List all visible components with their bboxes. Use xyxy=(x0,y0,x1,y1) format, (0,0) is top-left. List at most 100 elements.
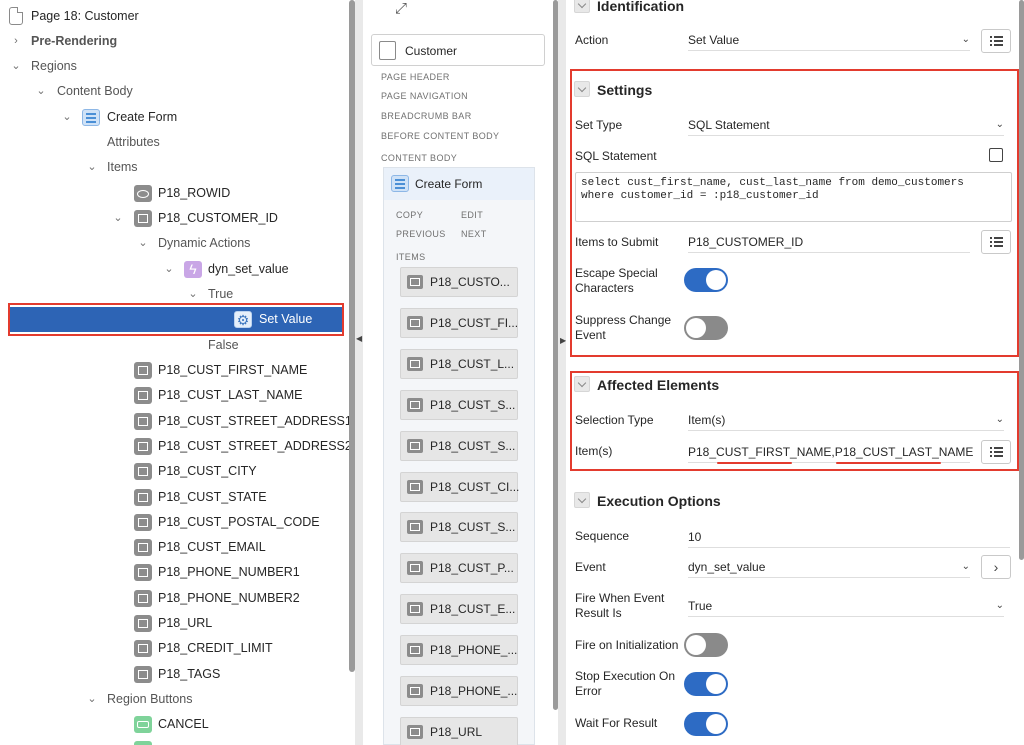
slot-next[interactable]: NEXT xyxy=(461,229,487,239)
tree-node-create-form[interactable]: ⌄ Create Form xyxy=(0,105,350,130)
items-to-submit-field[interactable]: P18_CUSTOMER_ID xyxy=(688,231,970,253)
layout-item-card[interactable]: P18_URL xyxy=(400,716,518,745)
chevron-down-icon[interactable]: ⌄ xyxy=(34,79,48,104)
suppress-change-event-toggle[interactable] xyxy=(684,316,728,340)
splitter-left[interactable]: ◀ xyxy=(355,0,363,745)
set-type-select[interactable]: SQL Statement ⌄ xyxy=(688,114,1004,136)
stop-execution-on-error-toggle[interactable] xyxy=(684,672,728,696)
properties-scrollbar[interactable] xyxy=(1019,0,1024,560)
layout-item-card[interactable]: P18_CUST_CI... xyxy=(400,471,519,502)
sequence-field[interactable]: 10 xyxy=(688,526,1010,548)
code-editor-icon[interactable] xyxy=(989,148,1003,162)
chevron-down-icon: ⌄ xyxy=(995,600,1004,611)
layout-section-content-body[interactable]: CONTENT BODY xyxy=(381,153,457,163)
tree-node-item[interactable]: P18_CUST_POSTAL_CODE xyxy=(0,510,350,535)
tree-node-next-button[interactable] xyxy=(0,737,350,745)
tree-node-item[interactable]: P18_CUST_LAST_NAME xyxy=(0,383,350,408)
tree-node-item[interactable]: P18_TAGS xyxy=(0,662,350,687)
layout-section-breadcrumb-bar[interactable]: BREADCRUMB BAR xyxy=(381,111,472,121)
layout-item-card[interactable]: P18_CUST_L... xyxy=(400,348,518,379)
chevron-down-icon[interactable] xyxy=(574,376,590,392)
sql-statement-textarea[interactable]: select cust_first_name, cust_last_name f… xyxy=(575,172,1012,222)
chevron-down-icon[interactable]: ⌄ xyxy=(85,155,99,180)
selection-type-select[interactable]: Item(s) ⌄ xyxy=(688,409,1004,431)
layout-section-page-header[interactable]: PAGE HEADER xyxy=(381,72,450,82)
slot-copy[interactable]: COPY xyxy=(396,210,423,220)
expand-icon[interactable]: ⤢ xyxy=(395,0,407,17)
tree-node-set-value-selected[interactable]: Set Value xyxy=(9,307,342,333)
items-to-submit-list-button[interactable] xyxy=(981,230,1011,254)
chevron-down-icon[interactable]: ⌄ xyxy=(111,206,125,231)
chevron-down-icon[interactable]: ⌄ xyxy=(85,687,99,712)
tree-node-item[interactable]: P18_PHONE_NUMBER1 xyxy=(0,560,350,585)
tree-node-regions[interactable]: ⌄ Regions xyxy=(0,54,350,79)
fire-on-initialization-toggle[interactable] xyxy=(684,633,728,657)
tree-node-region-buttons[interactable]: ⌄ Region Buttons xyxy=(0,687,350,712)
page-region-customer[interactable]: Customer xyxy=(371,34,545,66)
action-select[interactable]: Set Value ⌄ xyxy=(688,29,970,51)
tree-node-item[interactable]: P18_CUST_STREET_ADDRESS1 xyxy=(0,409,350,434)
chevron-down-icon[interactable]: ⌄ xyxy=(162,257,176,282)
item-icon xyxy=(407,397,423,412)
tree-node-page[interactable]: Page 18: Customer xyxy=(0,4,350,29)
escape-special-characters-toggle[interactable] xyxy=(684,268,728,292)
item-icon xyxy=(134,412,152,430)
tree-node-item[interactable]: P18_URL xyxy=(0,611,350,636)
layout-create-form-header[interactable]: Create Form xyxy=(384,168,534,200)
fire-when-result-select[interactable]: True ⌄ xyxy=(688,595,1004,617)
tree-node-items[interactable]: ⌄ Items xyxy=(0,155,350,180)
wait-for-result-toggle[interactable] xyxy=(684,712,728,736)
event-go-button[interactable]: › xyxy=(981,555,1011,579)
tree-node-item[interactable]: P18_PHONE_NUMBER2 xyxy=(0,586,350,611)
slot-edit[interactable]: EDIT xyxy=(461,210,483,220)
item-icon xyxy=(407,520,423,535)
layout-item-card[interactable]: P18_CUST_E... xyxy=(400,594,518,625)
layout-item-card[interactable]: P18_CUST_S... xyxy=(400,430,518,461)
tree-node-item[interactable]: P18_CUST_STREET_ADDRESS2 xyxy=(0,434,350,459)
layout-item-card[interactable]: P18_PHONE_... xyxy=(400,676,518,706)
layout-section-before-content-body[interactable]: BEFORE CONTENT BODY xyxy=(381,131,499,141)
layout-item-card[interactable]: P18_CUST_FI... xyxy=(400,307,518,338)
layout-create-form-region[interactable]: Create Form COPY EDIT PREVIOUS NEXT ITEM… xyxy=(383,167,535,745)
event-select[interactable]: dyn_set_value ⌄ xyxy=(688,556,970,578)
tree-node-item[interactable]: P18_CUST_EMAIL xyxy=(0,535,350,560)
item-icon xyxy=(134,589,152,607)
action-list-button[interactable] xyxy=(981,29,1011,53)
chevron-down-icon[interactable]: ⌄ xyxy=(186,282,200,307)
tree-node-item[interactable]: P18_CREDIT_LIMIT xyxy=(0,636,350,661)
tree-node-p18-customer-id[interactable]: ⌄ P18_CUSTOMER_ID xyxy=(0,206,350,231)
tree-node-true[interactable]: ⌄ True xyxy=(0,282,350,307)
tree-node-cancel[interactable]: CANCEL xyxy=(0,712,350,737)
tree-node-dyn-set-value[interactable]: ⌄ dyn_set_value xyxy=(0,257,350,282)
affected-items-field[interactable]: P18_CUST_FIRST_NAME,P18_CUST_LAST_NAME xyxy=(688,441,973,463)
tree-node-dynamic-actions[interactable]: ⌄ Dynamic Actions xyxy=(0,231,350,256)
annotation-underline-last xyxy=(836,462,941,464)
slot-previous[interactable]: PREVIOUS xyxy=(396,229,446,239)
tree-node-attributes[interactable]: Attributes xyxy=(0,130,350,155)
item-icon xyxy=(407,315,423,330)
tree-node-item[interactable]: P18_CUST_CITY xyxy=(0,459,350,484)
chevron-down-icon[interactable] xyxy=(574,492,590,508)
tree-node-item[interactable]: P18_CUST_FIRST_NAME xyxy=(0,358,350,383)
layout-section-page-navigation[interactable]: PAGE NAVIGATION xyxy=(381,91,468,101)
layout-item-card[interactable]: P18_CUST_S... xyxy=(400,512,518,543)
layout-item-card[interactable]: P18_CUSTO... xyxy=(400,267,518,297)
tree-node-false[interactable]: False xyxy=(0,333,350,358)
tree-node-p18-rowid[interactable]: P18_ROWID xyxy=(0,181,350,206)
chevron-down-icon[interactable]: ⌄ xyxy=(9,54,23,79)
splitter-right[interactable]: ▶ xyxy=(558,0,566,745)
collapse-left-icon[interactable]: ◀ xyxy=(356,334,362,343)
layout-item-card[interactable]: P18_PHONE_... xyxy=(400,635,518,666)
chevron-down-icon[interactable]: ⌄ xyxy=(136,231,150,256)
tree-node-pre-rendering[interactable]: › Pre-Rendering xyxy=(0,29,350,54)
tree-node-content-body[interactable]: ⌄ Content Body xyxy=(0,79,350,104)
layout-item-card[interactable]: P18_CUST_P... xyxy=(400,553,518,584)
tree-node-item[interactable]: P18_CUST_STATE xyxy=(0,485,350,510)
slot-items[interactable]: ITEMS xyxy=(396,252,426,262)
chevron-right-icon[interactable]: › xyxy=(9,29,23,54)
chevron-down-icon[interactable]: ⌄ xyxy=(60,105,74,130)
layout-item-card[interactable]: P18_CUST_S... xyxy=(400,389,518,420)
affected-items-list-button[interactable] xyxy=(981,440,1011,464)
chevron-down-icon[interactable] xyxy=(574,0,590,13)
chevron-down-icon[interactable] xyxy=(574,81,590,97)
